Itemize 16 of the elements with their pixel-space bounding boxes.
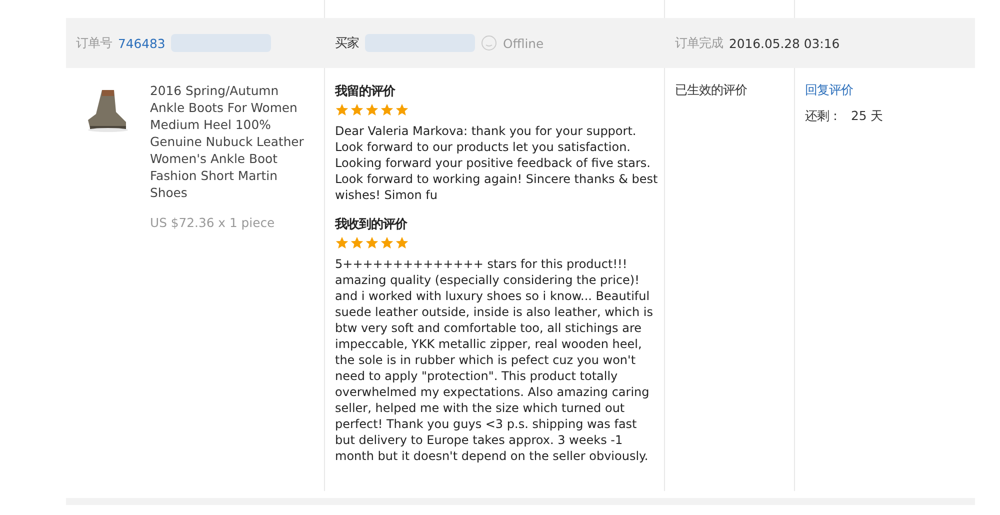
review-text: Dear Valeria Markova: thank you for your support. Look forward to our products let you satisfaction. Looking forward your positive feedback of five stars. Look forward to working again! Sincere thanks & best wishes! Simon fu (335, 123, 659, 203)
review-heading: 我收到的评价 (335, 215, 408, 232)
product-title[interactable]: 2016 Spring/Autumn Ankle Boots For Women Medium Heel 100% Genuine Nubuck Leather Women's Ankle Boot Fashion Short Martin Shoes (150, 82, 310, 201)
buyer-status: Offline (503, 36, 544, 50)
buyer-label: 买家 (335, 34, 359, 52)
remaining-days: 25 天 (851, 108, 883, 125)
product-price: US $72.36 x 1 piece (150, 215, 276, 230)
remaining-label: 还剩： (805, 108, 841, 125)
completed-time: 2016.05.28 03:16 (729, 36, 840, 50)
review-status: 已生效的评价 (675, 82, 747, 97)
reply-review-link[interactable]: 回复评价 (805, 82, 853, 97)
review-heading: 我留的评价 (335, 82, 396, 99)
completed-label: 订单完成 (675, 34, 723, 52)
order-number-link[interactable]: 746483 (118, 36, 166, 50)
review-text: 5++++++++++++++ stars for this product!!! amazing quality (especially considering the price)! and i worked with luxury shoes so i know... Beautiful suede leather outside, inside is also leather, which is btw very soft and comfortable too, all stichings are impeccable, YKK metallic zipper, real wooden heel, the sole is in rubber which is pefect cuz you won't need to apply "protection". This product totally overwhelmed my expectations. Also amazing caring seller, helped me with the size which turned out perfect! Thank you guys <3 p.s. shipping was fast but delivery to Europe takes approx. 3 weeks -1 month but it doesn't depend on the seller obviously. (335, 256, 654, 464)
order-label: 订单号 (76, 34, 112, 52)
